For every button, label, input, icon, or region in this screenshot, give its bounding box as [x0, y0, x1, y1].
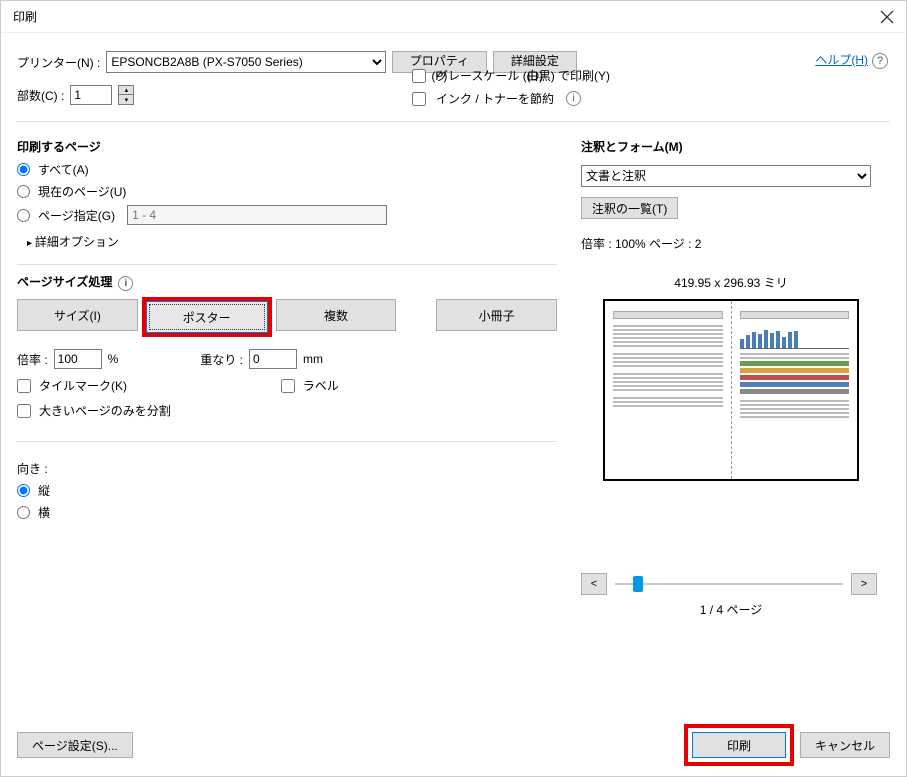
- right-column: 注釈とフォーム(M) 文書と注釈 注釈の一覧(T) 倍率 : 100% ページ …: [581, 138, 881, 618]
- print-highlight: 印刷: [688, 728, 790, 762]
- preview-dimensions: 419.95 x 296.93 ミリ: [581, 274, 881, 291]
- preview-next-button[interactable]: >: [851, 573, 877, 595]
- poster-button[interactable]: ポスター: [146, 301, 268, 333]
- separator: [17, 264, 557, 265]
- multiple-button[interactable]: 複数: [276, 299, 397, 331]
- print-dialog: 印刷 ヘルプ(H)? プリンター(N) : EPSONCB2A8B (PX-S7…: [0, 0, 907, 777]
- pages-range-radio[interactable]: [17, 209, 30, 222]
- cancel-button[interactable]: キャンセル: [800, 732, 890, 758]
- separator: [17, 441, 557, 442]
- scale-label: 倍率 :: [17, 351, 48, 368]
- save-ink-label: インク / トナーを節約: [436, 90, 554, 107]
- overlap-label: 重なり :: [200, 351, 243, 368]
- copies-spinner[interactable]: ▴▾: [118, 85, 134, 105]
- printer-label: プリンター(N) :: [17, 54, 100, 71]
- labels-checkbox[interactable]: [281, 379, 295, 393]
- annotations-title: 注釈とフォーム(M): [581, 138, 881, 155]
- info-icon[interactable]: i: [118, 276, 133, 291]
- preview-page-left: [605, 301, 732, 479]
- print-options: グレースケール (白黒) で印刷(Y) インク / トナーを節約 i: [412, 67, 890, 107]
- close-icon[interactable]: [880, 10, 894, 24]
- help-icon: ?: [872, 53, 888, 69]
- poster-highlight: ポスター: [144, 299, 270, 335]
- landscape-radio[interactable]: [17, 506, 30, 519]
- preview-slider[interactable]: [615, 575, 843, 593]
- page-range-input[interactable]: [127, 205, 387, 225]
- pages-title: 印刷するページ: [17, 138, 557, 155]
- size-button[interactable]: サイズ(I): [17, 299, 138, 331]
- tile-marks-checkbox[interactable]: [17, 379, 31, 393]
- large-only-checkbox[interactable]: [17, 404, 31, 418]
- dialog-content: ヘルプ(H)? プリンター(N) : EPSONCB2A8B (PX-S7050…: [1, 33, 906, 776]
- info-icon[interactable]: i: [566, 91, 581, 106]
- preview-page-right: [732, 301, 858, 479]
- separator: [17, 121, 890, 122]
- advanced-options-toggle[interactable]: 詳細オプション: [27, 233, 557, 250]
- pages-all-radio[interactable]: [17, 163, 30, 176]
- page-setup-button[interactable]: ページ設定(S)...: [17, 732, 133, 758]
- print-button[interactable]: 印刷: [692, 732, 786, 758]
- sizing-title: ページサイズ処理i: [17, 273, 557, 291]
- annotations-select[interactable]: 文書と注釈: [581, 165, 871, 187]
- overlap-input[interactable]: [249, 349, 297, 369]
- preview-box: [603, 299, 859, 481]
- annotations-list-button[interactable]: 注釈の一覧(T): [581, 197, 678, 219]
- copies-input[interactable]: [70, 85, 112, 105]
- dialog-title: 印刷: [13, 8, 880, 25]
- booklet-button[interactable]: 小冊子: [436, 299, 557, 331]
- grayscale-label: グレースケール (白黒) で印刷(Y): [436, 67, 610, 84]
- scale-input[interactable]: [54, 349, 102, 369]
- grayscale-checkbox[interactable]: [412, 69, 426, 83]
- pages-current-radio[interactable]: [17, 185, 30, 198]
- printer-select[interactable]: EPSONCB2A8B (PX-S7050 Series): [106, 51, 386, 73]
- footer: ページ設定(S)... 印刷 キャンセル: [17, 728, 890, 762]
- preview-prev-button[interactable]: <: [581, 573, 607, 595]
- slider-thumb[interactable]: [633, 576, 643, 592]
- copies-label: 部数(C) :: [17, 87, 64, 104]
- titlebar: 印刷: [1, 1, 906, 33]
- zoom-page-info: 倍率 : 100% ページ : 2: [581, 235, 881, 252]
- page-count: 1 / 4 ページ: [581, 601, 881, 618]
- help-link[interactable]: ヘルプ(H)?: [815, 51, 888, 69]
- left-column: 印刷するページ すべて(A) 現在のページ(U) ページ指定(G) 詳細オプショ…: [17, 138, 557, 618]
- portrait-radio[interactable]: [17, 484, 30, 497]
- save-ink-checkbox[interactable]: [412, 92, 426, 106]
- orientation-title: 向き :: [17, 460, 557, 477]
